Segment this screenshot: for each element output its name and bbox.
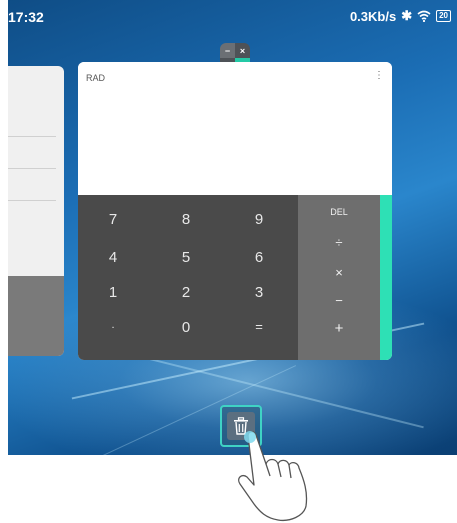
network-speed: 0.3Kb/s	[349, 8, 397, 24]
status-bar: 17:32 0.3Kb/s ✱ 20	[8, 0, 457, 30]
key-add: +	[334, 320, 344, 337]
recent-app-card-calculator[interactable]: RAD ⋮ 7 8 9 4 5 6 1 2 3 . 0 = DEL ÷ × − …	[78, 62, 392, 360]
key-8: 8	[181, 211, 191, 228]
key-subtract: −	[335, 293, 343, 308]
divider	[8, 168, 56, 169]
calculator-numpad: 7 8 9 4 5 6 1 2 3 . 0 =	[78, 195, 298, 360]
key-6: 6	[254, 249, 264, 266]
key-1: 1	[108, 284, 118, 301]
key-2: 2	[181, 284, 191, 301]
angle-mode-label: RAD	[86, 73, 106, 83]
wifi-icon	[417, 10, 431, 22]
card-bottom-area	[8, 276, 64, 356]
bluetooth-icon: ✱	[401, 8, 413, 23]
key-divide: ÷	[335, 235, 343, 250]
key-decimal: .	[111, 319, 115, 331]
key-equals: =	[255, 319, 263, 334]
calculator-display: RAD ⋮	[78, 62, 392, 195]
key-9: 9	[254, 211, 264, 228]
divider	[8, 136, 56, 137]
minus-icon: −	[220, 43, 235, 58]
recent-apps-screen: 17:32 0.3Kb/s ✱ 20 − × + = RAD ⋮	[8, 0, 457, 455]
key-5: 5	[181, 249, 191, 266]
key-3: 3	[254, 284, 264, 301]
pointing-hand-icon	[238, 431, 308, 522]
status-time: 17:32	[8, 9, 44, 25]
multiply-icon: ×	[235, 43, 250, 58]
status-icons: 0.3Kb/s ✱ 20	[350, 8, 451, 24]
battery-icon: 20	[436, 10, 451, 22]
key-delete: DEL	[330, 207, 348, 217]
key-0: 0	[181, 319, 191, 336]
key-7: 7	[108, 211, 118, 228]
recent-app-card-previous[interactable]	[8, 66, 64, 356]
more-options-icon: ⋮	[374, 70, 384, 81]
key-multiply: ×	[335, 265, 343, 280]
divider	[8, 200, 56, 201]
calculator-operators: DEL ÷ × − +	[298, 195, 380, 360]
calculator-accent-bar	[380, 195, 392, 360]
key-4: 4	[108, 249, 118, 266]
